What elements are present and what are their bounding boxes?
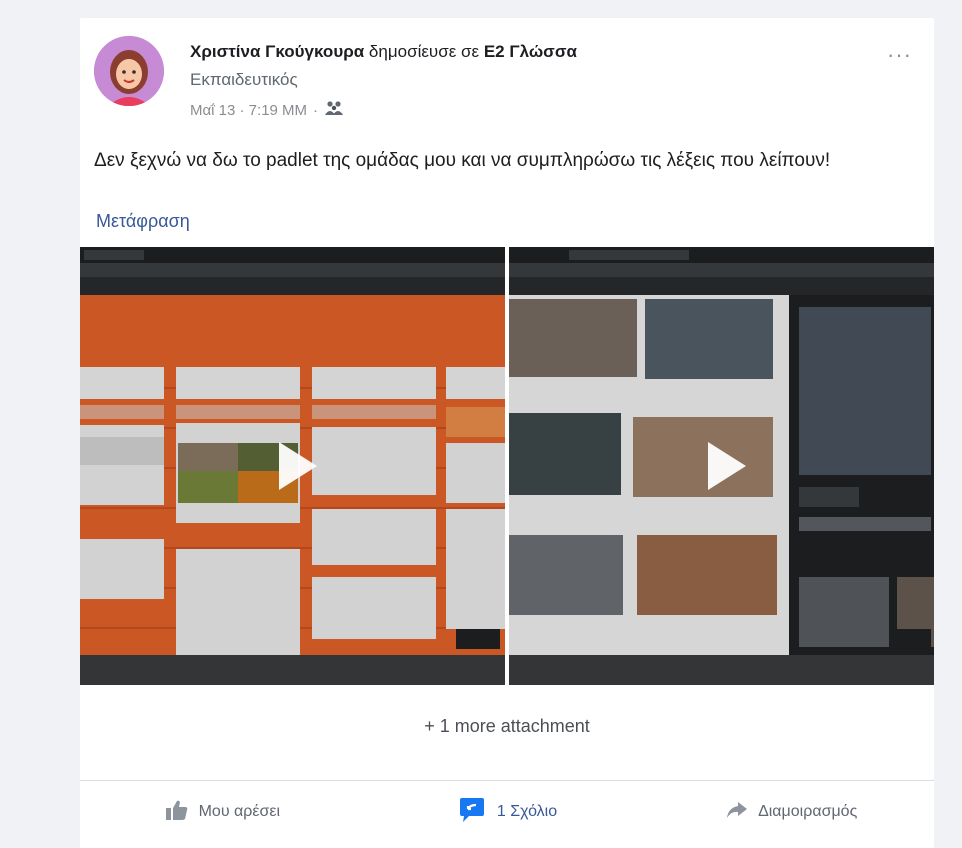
like-button[interactable]: Μου αρέσει	[80, 788, 365, 836]
video-attachment-news[interactable]	[509, 247, 934, 685]
comment-icon	[457, 797, 487, 828]
thumbs-up-icon	[165, 799, 189, 826]
author-avatar[interactable]	[94, 36, 164, 106]
play-icon[interactable]	[690, 434, 754, 498]
post-header: Χριστίνα Γκούγκουρα δημοσίευσε σε Ε2 Γλώ…	[190, 42, 577, 62]
post-meta: Μαΐ 13 · 7:19 ΜΜ ·	[190, 100, 344, 120]
post-actions-bar: Μου αρέσει 1 Σχόλιο Διαμοιρασμός	[80, 788, 934, 836]
play-icon[interactable]	[261, 434, 325, 498]
group-name[interactable]: Ε2 Γλώσσα	[484, 42, 577, 61]
share-button[interactable]: Διαμοιρασμός	[649, 788, 934, 836]
avatar-illustration	[94, 36, 164, 106]
author-role: Εκπαιδευτικός	[190, 70, 298, 89]
more-attachments-link[interactable]: + 1 more attachment	[80, 716, 934, 737]
more-options-button[interactable]: ···	[887, 42, 912, 68]
media-grid	[80, 247, 934, 685]
actions-divider	[80, 780, 934, 781]
translate-link[interactable]: Μετάφραση	[96, 211, 190, 232]
comment-label: 1 Σχόλιο	[496, 803, 558, 820]
share-icon	[726, 801, 748, 824]
post-verb: δημοσίευσε σε	[368, 42, 480, 61]
video-attachment-padlet[interactable]	[80, 247, 505, 685]
audience-group-icon	[324, 100, 344, 120]
post-timestamp[interactable]: Μαΐ 13 · 7:19 ΜΜ	[190, 102, 307, 119]
author-name[interactable]: Χριστίνα Γκούγκουρα	[190, 42, 364, 61]
like-label: Μου αρέσει	[198, 803, 281, 820]
share-label: Διαμοιρασμός	[758, 803, 858, 820]
post-card: Χριστίνα Γκούγκουρα δημοσίευσε σε Ε2 Γλώ…	[80, 18, 934, 848]
comment-button[interactable]: 1 Σχόλιο	[365, 788, 650, 836]
meta-separator: ·	[313, 101, 319, 119]
post-text: Δεν ξεχνώ να δω το padlet της ομάδας μου…	[94, 150, 831, 171]
